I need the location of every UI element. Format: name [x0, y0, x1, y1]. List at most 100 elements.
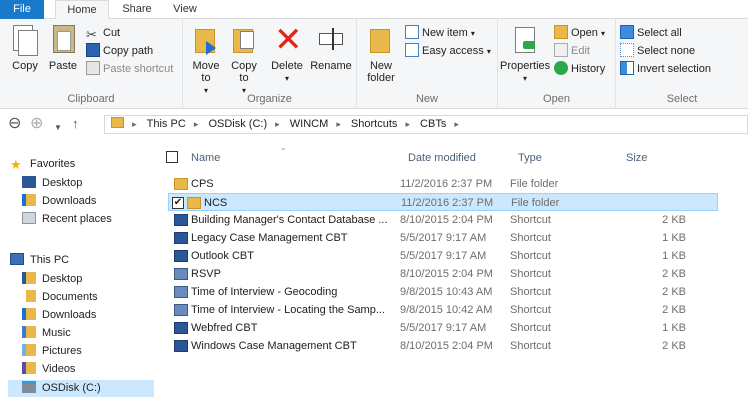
file-row-cps[interactable]: CPS 11/2/2016 2:37 PM File folder — [168, 175, 718, 193]
column-header-size[interactable]: Size — [626, 149, 647, 167]
recent-places-icon — [22, 212, 36, 224]
edit-button[interactable]: Edit — [554, 43, 590, 59]
breadcrumb-this-pc[interactable]: This PC — [147, 116, 186, 133]
forward-arrow-icon[interactable]: ⊕ — [30, 116, 43, 132]
file-row-legacy-case[interactable]: Legacy Case Management CBT 5/5/2017 9:17… — [168, 229, 718, 247]
breadcrumb-osdisk[interactable]: OSDisk (C:) — [208, 116, 267, 133]
nav-downloads[interactable]: Downloads — [22, 193, 96, 210]
copy-button[interactable]: Copy — [8, 23, 42, 72]
copy-to-label: Copy to — [231, 60, 257, 84]
new-item-button[interactable]: New item ▾ — [405, 25, 475, 41]
select-all-checkbox[interactable] — [166, 151, 178, 163]
file-row-building-manager[interactable]: Building Manager's Contact Database ... … — [168, 211, 718, 229]
file-date: 8/10/2015 2:04 PM — [400, 340, 493, 352]
file-row-webfred[interactable]: Webfred CBT 5/5/2017 9:17 AM Shortcut 1 … — [168, 319, 718, 337]
new-folder-label: New folder — [367, 60, 395, 84]
organize-group-label: Organize — [247, 93, 292, 105]
chevron-right-icon[interactable]: ▸ — [336, 116, 341, 133]
open-button[interactable]: Open ▾ — [554, 25, 605, 41]
clipboard-group: Copy Paste ✂ Cut Copy path Paste shortcut… — [0, 19, 183, 109]
nav-this-pc[interactable]: This PC — [10, 252, 69, 269]
file-name: Building Manager's Contact Database ... — [191, 214, 388, 226]
paste-button[interactable]: Paste — [46, 23, 80, 72]
nav-favorites[interactable]: ★ Favorites — [10, 156, 75, 173]
file-name: Windows Case Management CBT — [191, 340, 357, 352]
computer-icon — [10, 253, 24, 265]
recent-locations-chevron-icon[interactable]: ▼ — [54, 120, 62, 136]
properties-icon — [509, 23, 541, 57]
shortcut-icon — [174, 268, 188, 280]
file-name: Time of Interview - Locating the Samp... — [191, 304, 386, 316]
copy-to-button[interactable]: Copy to ▾ — [227, 23, 261, 97]
easy-access-button[interactable]: Easy access ▾ — [405, 43, 491, 59]
nav-documents[interactable]: Documents — [22, 289, 98, 306]
nav-music[interactable]: Music — [22, 325, 71, 342]
chevron-right-icon[interactable]: ▸ — [194, 116, 199, 133]
nav-pc-downloads[interactable]: Downloads — [22, 307, 96, 324]
open-group: Properties ▾ Open ▾ Edit History Open — [498, 19, 616, 109]
paste-shortcut-button[interactable]: Paste shortcut — [86, 61, 173, 77]
file-date: 11/2/2016 2:37 PM — [401, 197, 494, 209]
column-header-date[interactable]: Date modified — [408, 149, 476, 167]
column-header-type[interactable]: Type — [518, 149, 542, 167]
nav-desktop[interactable]: Desktop — [22, 175, 82, 192]
history-button[interactable]: History — [554, 61, 605, 77]
invert-selection-button[interactable]: Invert selection — [620, 61, 711, 77]
row-checkbox[interactable]: ✔ — [172, 197, 184, 209]
back-arrow-icon[interactable]: ⊖ — [8, 116, 21, 132]
nav-osdisk[interactable]: OSDisk (C:) — [8, 380, 154, 397]
file-row-ncs[interactable]: ✔ NCS 11/2/2016 2:37 PM File folder — [168, 193, 718, 211]
nav-pictures[interactable]: Pictures — [22, 343, 82, 360]
ribbon: Copy Paste ✂ Cut Copy path Paste shortcut… — [0, 19, 748, 109]
delete-x-icon: ✕ — [274, 21, 303, 59]
file-row-outlook[interactable]: Outlook CBT 5/5/2017 9:17 AM Shortcut 1 … — [168, 247, 718, 265]
move-to-button[interactable]: Move to ▾ — [189, 23, 223, 97]
tab-view[interactable]: View — [165, 0, 205, 19]
address-bar[interactable]: ▸ This PC ▸ OSDisk (C:) ▸ WINCM ▸ Shortc… — [104, 115, 748, 134]
file-type: File folder — [510, 178, 559, 190]
file-name: RSVP — [191, 268, 221, 280]
select-none-icon — [620, 43, 634, 57]
tab-file[interactable]: File — [0, 0, 44, 19]
up-arrow-icon[interactable]: ↑ — [72, 116, 79, 132]
cut-button[interactable]: ✂ Cut — [86, 25, 120, 42]
copy-path-button[interactable]: Copy path — [86, 43, 153, 59]
chevron-right-icon[interactable]: ▸ — [454, 116, 459, 133]
properties-button[interactable]: Properties ▾ — [500, 23, 550, 85]
breadcrumb-wincm[interactable]: WINCM — [290, 116, 329, 133]
new-folder-button[interactable]: New folder — [363, 23, 399, 84]
desktop-folder-icon — [22, 272, 36, 284]
file-type: Shortcut — [510, 286, 551, 298]
file-row-rsvp[interactable]: RSVP 8/10/2015 2:04 PM Shortcut 2 KB — [168, 265, 718, 283]
nav-videos[interactable]: Videos — [22, 361, 75, 378]
delete-button[interactable]: ✕ Delete ▾ — [267, 23, 307, 85]
select-all-button[interactable]: Select all — [620, 25, 682, 41]
nav-pc-desktop[interactable]: Desktop — [22, 271, 82, 288]
tab-home[interactable]: Home — [55, 0, 109, 20]
chevron-down-icon: ▾ — [470, 29, 475, 38]
file-row-locating-sample[interactable]: Time of Interview - Locating the Samp...… — [168, 301, 718, 319]
column-header-name[interactable]: Name — [191, 149, 220, 167]
chevron-down-icon: ▾ — [522, 74, 527, 83]
file-list: Name ⌃ Date modified Type Size CPS 11/2/… — [160, 139, 748, 412]
select-none-button[interactable]: Select none — [620, 43, 695, 59]
file-name: NCS — [204, 197, 228, 209]
chevron-right-icon[interactable]: ▸ — [275, 116, 280, 133]
file-type: Shortcut — [510, 322, 551, 334]
paste-shortcut-icon — [86, 61, 100, 75]
breadcrumb-shortcuts[interactable]: Shortcuts — [351, 116, 397, 133]
pictures-icon — [22, 344, 36, 356]
file-row-geocoding[interactable]: Time of Interview - Geocoding 9/8/2015 1… — [168, 283, 718, 301]
documents-icon — [22, 290, 36, 302]
file-size: 2 KB — [662, 214, 686, 226]
file-name: CPS — [191, 178, 214, 190]
breadcrumb-cbts[interactable]: CBTs — [420, 116, 446, 133]
rename-button[interactable]: Rename — [309, 23, 353, 72]
chevron-right-icon[interactable]: ▸ — [405, 116, 410, 133]
shortcut-icon — [174, 250, 188, 262]
tab-share[interactable]: Share — [115, 0, 159, 19]
file-row-windows-case[interactable]: Windows Case Management CBT 8/10/2015 2:… — [168, 337, 718, 355]
nav-recent-places[interactable]: Recent places — [22, 211, 112, 228]
organize-group: Move to ▾ Copy to ▾ ✕ Delete ▾ Rename Organ… — [183, 19, 357, 109]
file-type: File folder — [511, 197, 560, 209]
